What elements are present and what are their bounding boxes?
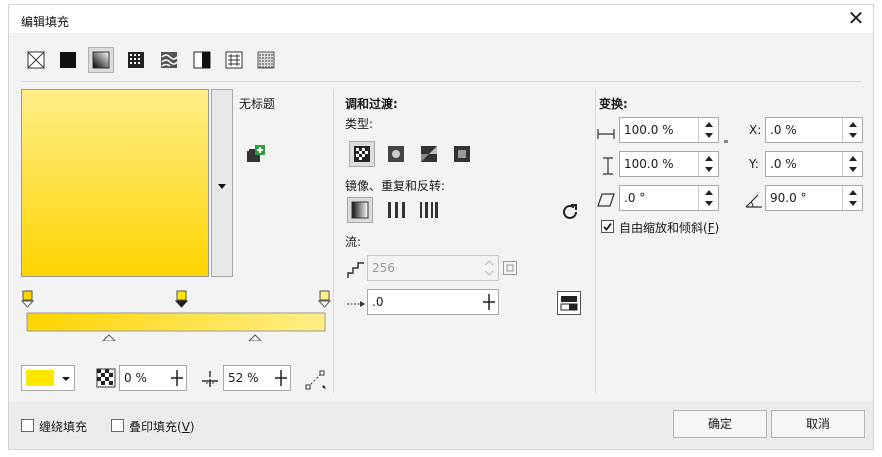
free-scale-label: 自由缩放和倾斜(F): [619, 221, 720, 235]
fountain-fill-icon[interactable]: [88, 47, 114, 73]
bitmap-pattern-icon[interactable]: [158, 49, 180, 71]
preset-dropdown-button[interactable]: [211, 89, 233, 277]
y-spinner[interactable]: [842, 152, 862, 176]
cancel-button[interactable]: 取消: [771, 410, 865, 438]
node-position-input[interactable]: 52 %: [223, 365, 291, 391]
width-spinner[interactable]: [698, 118, 718, 142]
width-input[interactable]: 100.0 %: [619, 117, 719, 143]
lock-steps-icon[interactable]: [503, 261, 517, 275]
width-icon: [595, 123, 617, 145]
rotate-spinner[interactable]: [842, 186, 862, 210]
smooth-blend-icon[interactable]: [557, 291, 581, 315]
left-divider: [333, 89, 334, 393]
toolbar-divider: [21, 81, 861, 82]
height-spinner[interactable]: [698, 152, 718, 176]
footer-bar: 缠绕填充 叠印填充(V) 确定 取消: [9, 402, 873, 449]
y-label: Y:: [749, 157, 759, 171]
wrap-fill-label: 缠绕填充: [39, 420, 88, 434]
fill-preview: [21, 89, 209, 277]
x-input[interactable]: .0 %: [765, 117, 863, 143]
rotate-icon: [743, 189, 765, 211]
height-icon: [597, 155, 619, 177]
steps-icon: [345, 259, 367, 281]
node-position-edit-icon[interactable]: [305, 369, 327, 391]
repeat-mirror-icon[interactable]: [385, 199, 407, 221]
add-preset-icon[interactable]: [245, 143, 267, 165]
close-button[interactable]: ✕: [845, 7, 867, 29]
acceleration-input[interactable]: .0: [367, 289, 499, 315]
x-label: X:: [749, 123, 762, 137]
mid-color-node[interactable]: [174, 290, 189, 308]
vector-pattern-icon[interactable]: [125, 49, 147, 71]
type-label: 类型:: [345, 117, 374, 131]
texture-fill-icon[interactable]: [223, 49, 245, 71]
repeat-icon[interactable]: [417, 199, 439, 221]
start-color-node[interactable]: [20, 290, 35, 308]
lock-ratio-icon[interactable]: [721, 135, 731, 145]
postscript-fill-icon[interactable]: [255, 49, 277, 71]
preset-name: 无标题: [239, 97, 276, 111]
skew-icon: [595, 189, 617, 211]
flow-label: 流:: [345, 235, 362, 249]
y-input[interactable]: .0 %: [765, 151, 863, 177]
gradient-slider[interactable]: [20, 289, 332, 342]
x-spinner[interactable]: [842, 118, 862, 142]
default-fountain-icon[interactable]: [347, 197, 373, 223]
uniform-fill-icon[interactable]: [57, 49, 79, 71]
rotate-input[interactable]: 90.0 °: [765, 185, 863, 211]
title-bar: 编辑填充 ✕: [9, 5, 873, 33]
reverse-icon[interactable]: [559, 201, 581, 223]
end-color-node[interactable]: [317, 290, 332, 308]
rectangular-fountain-icon[interactable]: [451, 143, 473, 165]
node-transparency-input[interactable]: 0 %: [119, 365, 187, 391]
wrap-fill-checkbox[interactable]: [21, 419, 34, 432]
acceleration-icon: [345, 293, 367, 315]
steps-input[interactable]: 256: [367, 255, 499, 281]
linear-fountain-icon[interactable]: [349, 141, 375, 167]
edit-fill-dialog: 编辑填充 ✕ 无标题 0 % 52 % 调和过渡: 类型: 镜像、重复和反转: …: [8, 4, 874, 450]
overprint-label: 叠印填充(V): [129, 420, 195, 434]
skew-spinner[interactable]: [698, 186, 718, 210]
overprint-checkbox[interactable]: [111, 419, 124, 432]
conical-fountain-icon[interactable]: [418, 143, 440, 165]
dialog-title: 编辑填充: [21, 15, 70, 29]
skew-input[interactable]: .0 °: [619, 185, 719, 211]
node-color-picker[interactable]: [21, 365, 75, 391]
free-scale-checkbox[interactable]: [601, 220, 614, 233]
no-fill-icon[interactable]: [25, 49, 47, 71]
node-position-icon: [199, 367, 221, 389]
mirror-label: 镜像、重复和反转:: [345, 179, 446, 193]
height-input[interactable]: 100.0 %: [619, 151, 719, 177]
two-color-pattern-icon[interactable]: [191, 49, 213, 71]
elliptical-fountain-icon[interactable]: [385, 143, 407, 165]
blend-heading: 调和过渡:: [345, 97, 398, 111]
transform-heading: 变换:: [599, 97, 628, 111]
ok-button[interactable]: 确定: [673, 410, 767, 438]
transparency-icon: [95, 367, 117, 389]
